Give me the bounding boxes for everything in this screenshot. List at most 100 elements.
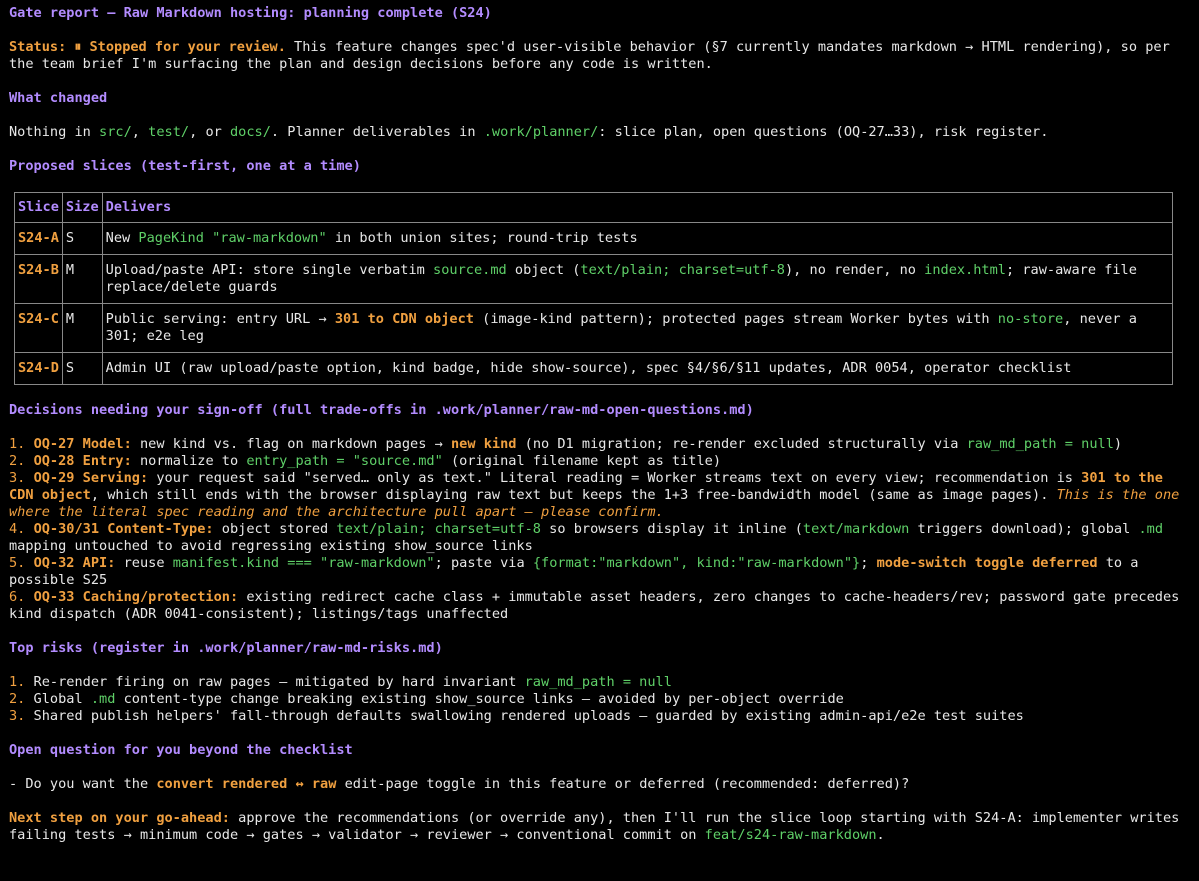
slice-size: M <box>61 303 103 353</box>
col-delivers: Delivers <box>101 192 1173 223</box>
text: ) <box>1113 436 1123 452</box>
text: in both union sites; round-trip tests <box>326 230 638 246</box>
text: reuse <box>115 555 173 571</box>
item-key: OQ-27 Model: <box>33 436 132 452</box>
item-number: 1. <box>9 436 26 452</box>
slice-size: S <box>61 352 103 385</box>
text: ; paste via <box>434 555 533 571</box>
open-question-text: - Do you want the convert rendered ↔ raw… <box>9 776 1190 793</box>
what-changed-heading: What changed <box>9 90 108 106</box>
text: Shared publish helpers' fall-through def… <box>25 708 1024 724</box>
code: .md <box>90 691 116 707</box>
emphasis: convert rendered ↔ raw <box>156 776 337 792</box>
open-question-heading: Open question for you beyond the checkli… <box>9 742 353 758</box>
emphasis: new kind <box>450 436 517 452</box>
item-number: 2. <box>9 691 26 707</box>
slice-delivers: New PageKind "raw-markdown" in both unio… <box>101 222 1173 255</box>
text: : slice plan, open questions (OQ-27…33),… <box>598 124 1049 140</box>
report-title: Gate report — Raw Markdown hosting: plan… <box>9 5 492 21</box>
text: New <box>105 230 139 246</box>
slice-size: M <box>61 254 103 304</box>
code: text/plain; charset=utf-8 <box>336 521 541 537</box>
next-step-paragraph: Next step on your go-ahead: approve the … <box>9 810 1190 844</box>
text: , or <box>189 124 230 140</box>
list-item: 5. OQ-32 API: reuse manifest.kind === "r… <box>9 555 1190 589</box>
code: text/markdown <box>802 521 910 537</box>
slice-delivers: Admin UI (raw upload/paste option, kind … <box>101 352 1173 385</box>
slice-delivers: Public serving: entry URL → 301 to CDN o… <box>101 303 1173 353</box>
text: so browsers display it inline ( <box>541 521 803 537</box>
text: (image-kind pattern); protected pages st… <box>473 311 998 327</box>
slice-id: S24-A <box>14 222 63 255</box>
col-size: Size <box>61 192 103 223</box>
slices-table: Slice Size Delivers S24-A S New PageKind… <box>14 192 1173 385</box>
item-key: OQ-30/31 Content-Type: <box>33 521 214 537</box>
code: entry_path = "source.md" <box>246 453 443 469</box>
text: mapping untouched to avoid regressing ex… <box>9 538 533 554</box>
list-item: 1. Re-render firing on raw pages — mitig… <box>9 674 1190 691</box>
item-number: 5. <box>9 555 26 571</box>
text: Re-render firing on raw pages — mitigate… <box>25 674 525 690</box>
text: Public serving: entry URL → <box>105 311 335 327</box>
decisions-list: 1. OQ-27 Model: new kind vs. flag on mar… <box>9 436 1190 623</box>
text: triggers download); global <box>909 521 1139 537</box>
table-header-row: Slice Size Delivers <box>14 192 1173 223</box>
text: . <box>876 827 885 843</box>
path-test: test/ <box>148 124 190 140</box>
table-row: S24-C M Public serving: entry URL → 301 … <box>14 303 1173 353</box>
text: content-type change breaking existing sh… <box>115 691 844 707</box>
text: (original filename kept as title) <box>442 453 722 469</box>
list-item: 4. OQ-30/31 Content-Type: object stored … <box>9 521 1190 555</box>
decisions-heading: Decisions needing your sign-off (full tr… <box>9 402 754 418</box>
emphasis: 301 to CDN object <box>334 311 474 327</box>
text: new kind vs. flag on markdown pages → <box>131 436 451 452</box>
code: raw_md_path = null <box>966 436 1114 452</box>
text: (no D1 migration; re-render excluded str… <box>516 436 967 452</box>
text: - Do you want the <box>9 776 157 792</box>
path-planner: .work/planner/ <box>483 124 599 140</box>
code: raw_md_path = null <box>524 674 672 690</box>
item-key: OQ-33 Caching/protection: <box>33 589 239 605</box>
table-row: S24-A S New PageKind "raw-markdown" in b… <box>14 222 1173 255</box>
text: , <box>131 124 149 140</box>
text: . Planner deliverables in <box>270 124 484 140</box>
code: PageKind "raw-markdown" <box>138 230 327 246</box>
table-row: S24-D S Admin UI (raw upload/paste optio… <box>14 352 1173 385</box>
code: source.md <box>433 262 507 278</box>
risks-list: 1. Re-render firing on raw pages — mitig… <box>9 674 1190 725</box>
code: no-store <box>997 311 1064 327</box>
col-slice: Slice <box>14 192 63 223</box>
text: Nothing in <box>9 124 100 140</box>
list-item: 3. Shared publish helpers' fall-through … <box>9 708 1190 725</box>
table-row: S24-B M Upload/paste API: store single v… <box>14 254 1173 304</box>
item-number: 6. <box>9 589 26 605</box>
slices-heading: Proposed slices (test-first, one at a ti… <box>9 158 361 174</box>
text: your request said "served… only as text.… <box>148 470 1082 486</box>
text: , which still ends with the browser disp… <box>90 487 1057 503</box>
item-number: 3. <box>9 470 26 486</box>
item-number: 1. <box>9 674 26 690</box>
terminal-output: Gate report — Raw Markdown hosting: plan… <box>0 0 1199 844</box>
text: Global <box>25 691 91 707</box>
text: edit-page toggle in this feature or defe… <box>336 776 910 792</box>
emphasis: mode-switch toggle deferred <box>876 555 1098 571</box>
slice-size: S <box>61 222 103 255</box>
item-number: 2. <box>9 453 26 469</box>
slice-id: S24-D <box>14 352 63 385</box>
next-step-label: Next step on your go-ahead: <box>9 810 230 826</box>
code: .md <box>1138 521 1164 537</box>
slice-delivers: Upload/paste API: store single verbatim … <box>101 254 1173 304</box>
code: index.html <box>924 262 1006 278</box>
code: manifest.kind === "raw-markdown" <box>172 555 435 571</box>
path-src: src/ <box>99 124 132 140</box>
path-docs: docs/ <box>230 124 271 140</box>
text: ; <box>860 555 877 571</box>
text: ), no render, no <box>785 262 925 278</box>
text: normalize to <box>131 453 247 469</box>
item-key: OQ-29 Serving: <box>33 470 149 486</box>
item-key: OQ-28 Entry: <box>33 453 132 469</box>
list-item: 3. OQ-29 Serving: your request said "ser… <box>9 470 1190 521</box>
text: object stored <box>213 521 337 537</box>
branch-name: feat/s24-raw-markdown <box>704 827 877 843</box>
item-key: OQ-32 API: <box>33 555 116 571</box>
